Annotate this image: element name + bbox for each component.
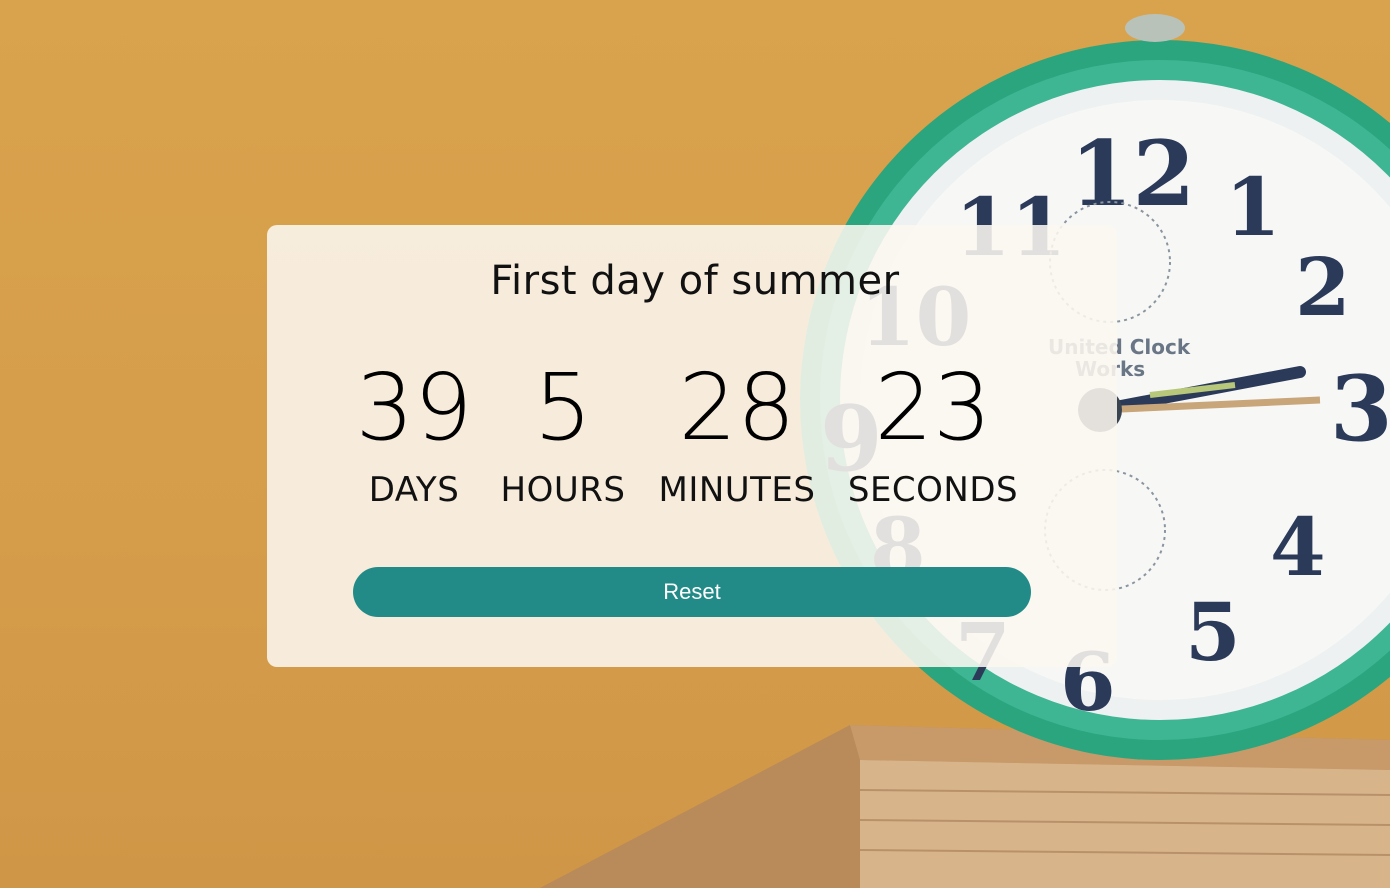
minutes-label: MINUTES [658,470,816,510]
seconds-unit: 23 SECONDS [843,354,1023,511]
minutes-value: 28 [678,354,796,461]
clock-numeral: 5 [1185,585,1241,679]
clock-numeral: 12 [1070,121,1195,227]
hours-label: HOURS [500,470,626,510]
hours-unit: 5 HOURS [495,354,631,511]
minutes-unit: 28 MINUTES [654,354,820,511]
reset-button[interactable]: Reset [353,567,1031,617]
days-value: 39 [355,354,473,461]
clock-numeral: 1 [1225,160,1281,254]
clock-numeral: 4 [1270,500,1326,594]
countdown-title: First day of summer [490,258,900,304]
days-label: DAYS [368,470,460,510]
days-unit: 39 DAYS [340,354,488,511]
hours-value: 5 [533,354,593,461]
seconds-label: SECONDS [847,470,1019,510]
clock-numeral: 3 [1330,356,1390,462]
seconds-value: 23 [874,354,992,461]
